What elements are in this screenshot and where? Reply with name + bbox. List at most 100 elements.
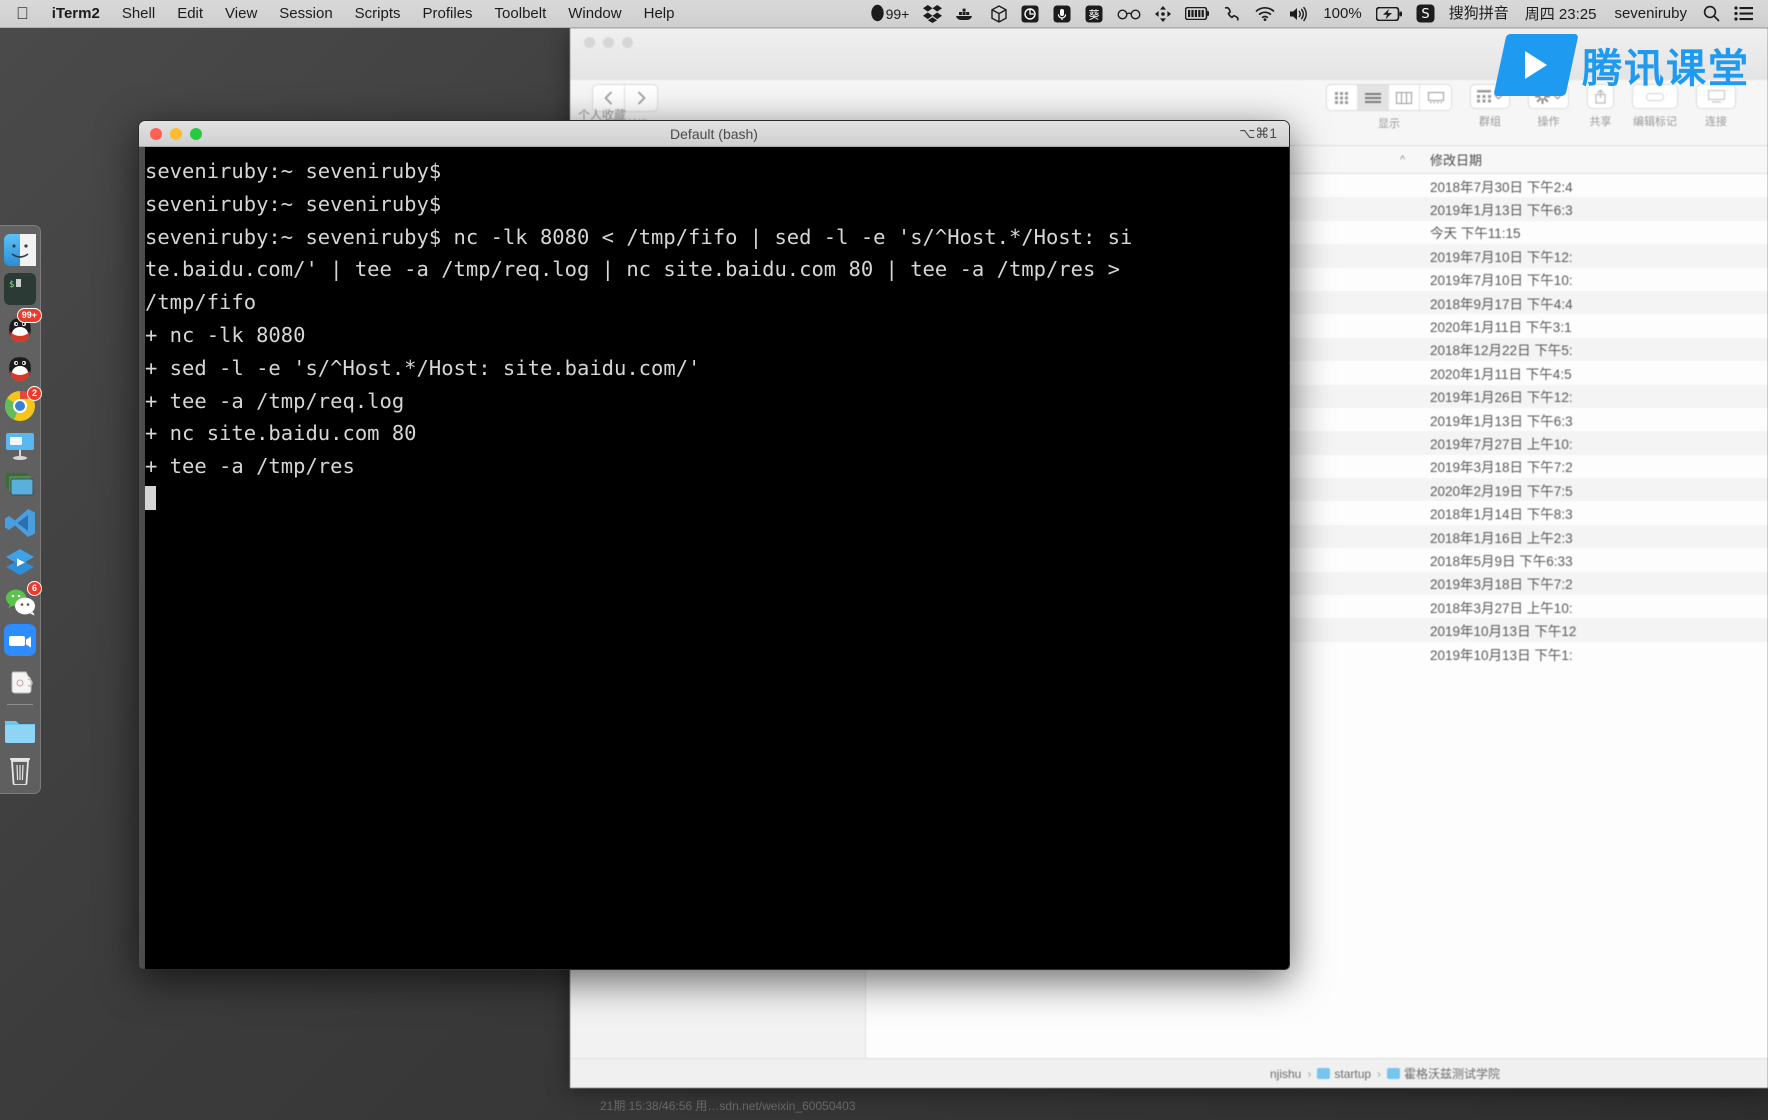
finder-path-bar[interactable]: njishu › startup › 霍格沃兹测试学院 (570, 1058, 1768, 1088)
folder-icon (1317, 1068, 1331, 1079)
terminal-line: seveniruby:~ seveniruby$ (145, 159, 442, 183)
input-method-label[interactable]: 搜狗拼音 (1442, 0, 1516, 28)
dock-item-sublime-icon[interactable] (4, 546, 36, 578)
row-date-modified: 2019年1月26日 下午12: (1430, 390, 1573, 406)
app-icon[interactable]: 葵 (1078, 5, 1110, 23)
iterm-titlebar[interactable]: Default (bash) ⌥⌘1 (139, 121, 1289, 147)
breadcrumb-item[interactable]: startup (1317, 1067, 1371, 1081)
menu-item-iterm2[interactable]: iTerm2 (41, 0, 111, 28)
dock-item-wechat-icon[interactable]: 6 (4, 581, 42, 617)
breadcrumb-item[interactable]: 霍格沃兹测试学院 (1387, 1065, 1500, 1082)
menu-item-edit[interactable]: Edit (166, 0, 214, 28)
finder-minimize-icon[interactable] (603, 37, 614, 48)
qq-penguin-icon[interactable]: 99+ (863, 0, 917, 28)
terminal-line: + nc -lk 8080 (145, 322, 306, 347)
terminal-cursor (145, 485, 156, 510)
finder-traffic-lights[interactable] (584, 37, 633, 48)
finder-close-icon[interactable] (584, 37, 595, 48)
wifi-icon[interactable] (1248, 6, 1282, 21)
terminal-output[interactable]: seveniruby:~ seveniruby$ seveniruby:~ sev… (139, 147, 1289, 969)
row-date-modified: 2020年1月11日 下午3:1 (1430, 320, 1572, 336)
tencent-ketang-logo: 腾讯课堂 (1493, 34, 1750, 96)
box-icon[interactable] (984, 4, 1014, 23)
finder-view-segment[interactable] (1326, 84, 1452, 111)
menu-bar-username[interactable]: seveniruby (1605, 5, 1696, 22)
dock-item-milk-jug-icon[interactable] (4, 663, 36, 695)
terminal-line: + sed -l -e 's/^Host.*/Host: site.baidu.… (145, 355, 701, 380)
apple-logo-icon[interactable]:  (10, 0, 41, 28)
row-date-modified: 2019年1月13日 下午6:3 (1430, 203, 1573, 219)
dock-item-qq-icon[interactable]: 99+ (4, 308, 42, 344)
dock-item-tim-icon[interactable] (4, 351, 36, 383)
terminal-cursor-line (145, 483, 1289, 516)
dock-item-keynote-icon[interactable] (4, 429, 36, 461)
menu-bar-items[interactable]:  iTerm2ShellEditViewSessionScriptsProfi… (0, 0, 685, 28)
control-center-icon[interactable] (1727, 6, 1760, 21)
gallery-view-button[interactable] (1420, 85, 1451, 110)
dock-item-chrome-icon[interactable]: 2 (4, 386, 42, 422)
microphone-icon[interactable] (1046, 5, 1078, 23)
battery-icon[interactable] (1178, 7, 1216, 20)
search-icon[interactable] (1696, 5, 1727, 22)
dock-item-trash-icon[interactable] (4, 753, 36, 786)
menu-item-view[interactable]: View (214, 0, 268, 28)
terminal-line: + tee -a /tmp/res (145, 454, 355, 479)
qq-unread-badge: 99+ (885, 5, 910, 22)
finder-group-caption: 群组 (1479, 116, 1501, 128)
breadcrumb-label: 霍格沃兹测试学院 (1404, 1067, 1501, 1081)
terminal-line: /tmp/fifo (145, 290, 257, 315)
forward-button[interactable] (625, 85, 657, 111)
breadcrumb-item[interactable]: njishu (1270, 1067, 1301, 1081)
finder-view-group[interactable]: 显示 (1326, 84, 1452, 131)
volume-icon[interactable] (1282, 6, 1316, 22)
dock-badge: 99+ (16, 308, 42, 323)
terminal-line: te.baidu.com/' | tee -a /tmp/req.log | n… (145, 257, 1121, 282)
finder-share-caption: 共享 (1589, 116, 1612, 128)
terminal-line: seveniruby:~ seveniruby$ (145, 191, 442, 216)
menu-bar-status-items[interactable]: 99+ 葵 100% S 搜狗拼音 周四 23:25 seveniruby (863, 0, 1768, 28)
phone-icon[interactable] (1216, 6, 1248, 22)
dock-item-preview-icon[interactable] (4, 468, 36, 500)
menu-item-toolbelt[interactable]: Toolbelt (484, 0, 558, 28)
docker-whale-icon[interactable] (949, 6, 984, 21)
dock-item-finder-icon[interactable] (4, 234, 36, 266)
finder-maximize-icon[interactable] (622, 37, 633, 48)
dock-item-vscode-icon[interactable] (4, 507, 36, 539)
breadcrumb-separator: › (1307, 1066, 1312, 1081)
sogou-icon[interactable]: S (1409, 4, 1442, 23)
play-triangle-icon (1493, 34, 1579, 96)
dropbox-icon[interactable] (916, 4, 949, 23)
column-view-button[interactable] (1389, 85, 1420, 110)
dock-item-terminal-icon[interactable]: $ (4, 273, 36, 305)
menu-item-window[interactable]: Window (557, 0, 632, 28)
list-view-button[interactable] (1358, 85, 1389, 110)
folder-icon (1387, 1068, 1401, 1079)
iterm-window[interactable]: Default (bash) ⌥⌘1 seveniruby:~ seveniru… (138, 120, 1290, 970)
iterm-scrollbar[interactable] (139, 147, 145, 969)
finder-tags-caption: 编辑标记 (1633, 116, 1677, 128)
menu-item-profiles[interactable]: Profiles (412, 0, 484, 28)
menu-item-session[interactable]: Session (268, 0, 343, 28)
menu-item-scripts[interactable]: Scripts (344, 0, 412, 28)
dock-item-zoom-icon[interactable] (4, 624, 36, 656)
dock[interactable]: $99+ 2 6 (0, 225, 42, 794)
row-date-modified: 2019年7月10日 下午10: (1430, 273, 1573, 289)
row-date-modified: 2018年1月16日 上午2:3 (1430, 530, 1573, 546)
icon-view-button[interactable] (1327, 85, 1358, 110)
row-date-modified: 2019年7月27日 上午10: (1430, 436, 1573, 452)
menu-item-shell[interactable]: Shell (111, 0, 166, 28)
move-icon[interactable] (1148, 5, 1178, 22)
glasses-icon[interactable] (1110, 8, 1148, 20)
svg-text:葵: 葵 (1089, 8, 1100, 21)
column-header-date-modified[interactable]: 修改日期 (1430, 150, 1482, 169)
menu-item-help[interactable]: Help (633, 0, 686, 28)
row-date-modified: 2018年9月17日 下午4:4 (1430, 296, 1573, 312)
sort-ascending-icon: ^ (1400, 153, 1406, 166)
menu-bar-clock[interactable]: 周四 23:25 (1516, 3, 1606, 24)
dock-item-downloads-folder-icon[interactable] (4, 714, 36, 746)
row-date-modified: 2019年7月10日 下午12: (1430, 249, 1573, 265)
battery-charging-icon[interactable] (1369, 6, 1409, 21)
menu-bar[interactable]:  iTerm2ShellEditViewSessionScriptsProfi… (0, 0, 1768, 28)
screen-capture-icon[interactable] (1014, 5, 1046, 23)
row-date-modified: 2020年2月19日 下午7:5 (1430, 483, 1573, 499)
